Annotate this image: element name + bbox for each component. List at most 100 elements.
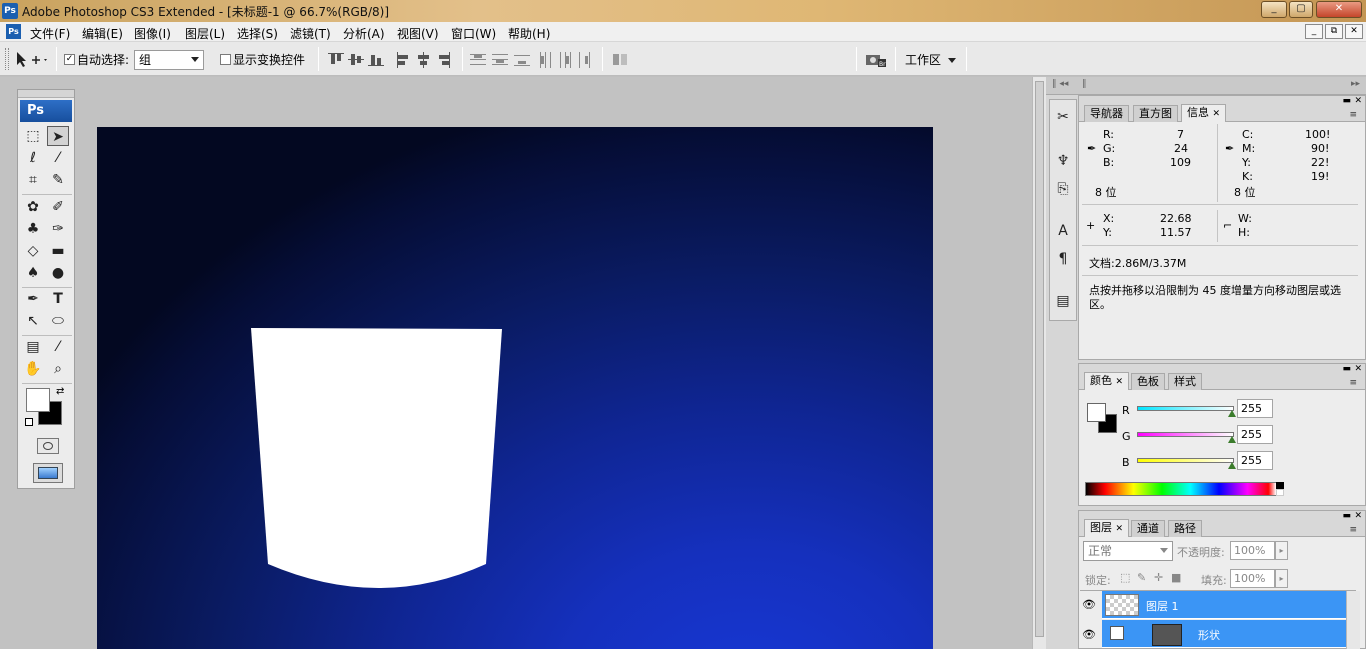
document-menu-icon[interactable]: Ps xyxy=(6,24,21,39)
dodge-tool-icon[interactable]: ● xyxy=(47,263,69,283)
close-icon[interactable]: ✕ xyxy=(1354,511,1362,521)
eye-icon[interactable]: 👁 xyxy=(1082,628,1096,641)
dock-expand-icon[interactable]: ▸▸ xyxy=(1351,79,1360,89)
layer-row[interactable]: 形状 xyxy=(1102,620,1346,648)
dock-grip-icon[interactable]: ‖ ◂◂ xyxy=(1052,79,1068,89)
panel-menu-icon[interactable]: ≡ xyxy=(1349,110,1357,120)
dock-grip-icon[interactable]: ‖ xyxy=(1082,79,1087,89)
menu-analysis[interactable]: 分析(A) xyxy=(343,25,385,42)
fill-value[interactable]: 100% xyxy=(1230,569,1275,588)
path-selection-tool-icon[interactable]: ↖ xyxy=(22,311,44,331)
healing-brush-tool-icon[interactable]: ✿ xyxy=(22,197,44,217)
menu-window[interactable]: 窗口(W) xyxy=(451,25,496,42)
eyedropper-tool-icon[interactable]: ⁄ xyxy=(47,337,69,357)
lasso-tool-icon[interactable]: ℓ xyxy=(22,148,44,168)
blur-tool-icon[interactable]: ♠ xyxy=(22,263,44,283)
clone-source-icon[interactable]: ⎘ xyxy=(1052,178,1074,200)
color-g-slider-knob[interactable] xyxy=(1228,436,1236,443)
move-tool-icon[interactable]: ➤ xyxy=(47,126,69,146)
menu-layer[interactable]: 图层(L) xyxy=(185,25,225,42)
layer-row[interactable]: 图层 1 xyxy=(1102,591,1346,619)
notes-tool-icon[interactable]: ▤ xyxy=(22,337,44,357)
doc-restore-button[interactable]: ⧉ xyxy=(1325,24,1343,39)
close-icon[interactable]: ✕ xyxy=(1116,524,1124,534)
opacity-value[interactable]: 100% xyxy=(1230,541,1275,560)
panel-menu-icon[interactable]: ≡ xyxy=(1349,378,1357,388)
zoom-tool-icon[interactable]: ⌕ xyxy=(47,359,69,379)
lock-position-icon[interactable]: ✛ xyxy=(1154,571,1163,584)
file-browser-icon[interactable]: Br xyxy=(864,50,888,70)
close-button[interactable]: ✕ xyxy=(1316,1,1362,18)
panel-menu-icon[interactable]: ≡ xyxy=(1349,525,1357,535)
eye-icon[interactable]: 👁 xyxy=(1082,598,1096,611)
spectrum-white-swatch[interactable] xyxy=(1276,489,1284,496)
workspace-menu-button[interactable]: 工作区 xyxy=(905,51,956,68)
gradient-tool-icon[interactable]: ▬ xyxy=(47,241,69,261)
layer-vector-mask-thumbnail[interactable] xyxy=(1152,624,1182,646)
minimize-panel-icon[interactable]: ▬ xyxy=(1342,96,1351,106)
spectrum-black-swatch[interactable] xyxy=(1276,482,1284,489)
swap-colors-icon[interactable]: ⇄ xyxy=(56,386,64,397)
blend-mode-select[interactable]: 正常 xyxy=(1083,541,1173,561)
color-g-slider[interactable] xyxy=(1137,432,1234,437)
default-colors-icon[interactable] xyxy=(25,418,33,426)
color-spectrum-bar[interactable] xyxy=(1085,482,1277,496)
menu-select[interactable]: 选择(S) xyxy=(237,25,278,42)
minimize-panel-icon[interactable]: ▬ xyxy=(1342,364,1351,374)
auto-align-layers-icon[interactable] xyxy=(611,51,629,69)
tab-info[interactable]: 信息 ✕ xyxy=(1181,104,1227,122)
tab-swatches[interactable]: 色板 xyxy=(1131,373,1165,390)
quick-mask-icon[interactable] xyxy=(37,438,59,454)
lock-image-icon[interactable]: ✎ xyxy=(1137,571,1146,584)
close-icon[interactable]: ✕ xyxy=(1354,364,1362,374)
menu-edit[interactable]: 编辑(E) xyxy=(82,25,123,42)
color-r-slider[interactable] xyxy=(1137,406,1234,411)
paragraph-icon[interactable]: ¶ xyxy=(1052,248,1074,270)
document-canvas[interactable] xyxy=(97,127,933,649)
tool-presets-icon[interactable]: ✂ xyxy=(1052,106,1074,128)
doc-minimize-button[interactable]: _ xyxy=(1305,24,1323,39)
move-tool-preset-icon[interactable] xyxy=(14,50,50,70)
color-g-value[interactable]: 255 xyxy=(1237,425,1273,444)
scrollbar-thumb[interactable] xyxy=(1035,81,1044,637)
close-icon[interactable]: ✕ xyxy=(1354,96,1362,106)
layer-shape-thumbnail[interactable] xyxy=(1110,626,1124,640)
auto-select-checkbox[interactable]: ✓ xyxy=(64,54,75,65)
layer-name[interactable]: 图层 1 xyxy=(1146,598,1179,614)
toolbox-grip[interactable] xyxy=(18,90,74,98)
menu-filter[interactable]: 滤镜(T) xyxy=(290,25,331,42)
tab-channels[interactable]: 通道 xyxy=(1131,520,1165,537)
marquee-tool-icon[interactable]: ⬚ xyxy=(22,126,44,146)
tab-styles[interactable]: 样式 xyxy=(1168,373,1202,390)
layers-scrollbar[interactable] xyxy=(1346,591,1360,649)
tab-color[interactable]: 颜色 ✕ xyxy=(1084,372,1130,390)
color-r-value[interactable]: 255 xyxy=(1237,399,1273,418)
screen-mode-icon[interactable] xyxy=(33,463,63,483)
ellipse-tool-icon[interactable]: ⬭ xyxy=(47,311,69,331)
layer-name[interactable]: 形状 xyxy=(1198,627,1220,643)
lock-all-icon[interactable]: ■ xyxy=(1171,571,1181,584)
pen-tool-icon[interactable]: ✒ xyxy=(22,289,44,309)
opacity-slider-toggle[interactable]: ▸ xyxy=(1275,541,1288,560)
auto-select-target-select[interactable]: 组 xyxy=(134,50,204,70)
layer-thumbnail[interactable] xyxy=(1105,594,1139,616)
doc-close-button[interactable]: ✕ xyxy=(1345,24,1363,39)
history-brush-tool-icon[interactable]: ✑ xyxy=(47,219,69,239)
color-fg-swatch[interactable] xyxy=(1087,403,1106,422)
brushes-icon[interactable]: ♆ xyxy=(1052,150,1074,172)
character-icon[interactable]: A xyxy=(1052,220,1074,242)
menu-view[interactable]: 视图(V) xyxy=(397,25,439,42)
tab-histogram[interactable]: 直方图 xyxy=(1133,105,1178,122)
layer-comps-icon[interactable]: ▤ xyxy=(1052,290,1074,312)
color-b-slider-knob[interactable] xyxy=(1228,462,1236,469)
menu-file[interactable]: 文件(F) xyxy=(30,25,70,42)
eraser-tool-icon[interactable]: ◇ xyxy=(22,241,44,261)
vertical-scrollbar[interactable] xyxy=(1032,77,1046,649)
clone-stamp-tool-icon[interactable]: ♣ xyxy=(22,219,44,239)
fill-slider-toggle[interactable]: ▸ xyxy=(1275,569,1288,588)
options-grip[interactable] xyxy=(5,48,9,70)
minimize-button[interactable]: _ xyxy=(1261,1,1287,18)
color-r-slider-knob[interactable] xyxy=(1228,410,1236,417)
menu-image[interactable]: 图像(I) xyxy=(134,25,171,42)
menu-help[interactable]: 帮助(H) xyxy=(508,25,550,42)
